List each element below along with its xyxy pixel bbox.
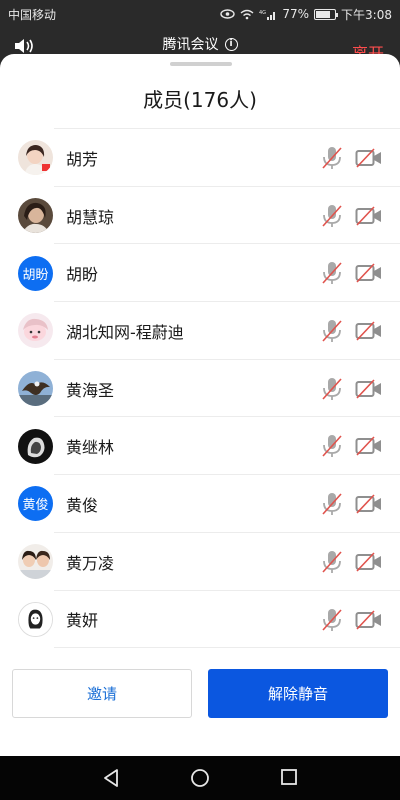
camera-off-icon[interactable] (355, 263, 383, 283)
member-row[interactable]: 黄海圣 (0, 360, 400, 418)
camera-off-icon[interactable] (355, 494, 383, 514)
avatar: 黄俊 (18, 486, 53, 522)
battery-icon (314, 8, 339, 20)
drag-handle[interactable] (170, 62, 232, 66)
system-nav-bar (0, 756, 400, 800)
carrier-label: 中国移动 (8, 7, 57, 22)
member-name: 黄万凌 (66, 553, 115, 573)
member-row[interactable]: 黄妍 (0, 591, 400, 649)
member-name: 黄继林 (66, 438, 115, 458)
avatar (18, 313, 53, 349)
camera-off-icon[interactable] (355, 206, 383, 226)
battery-percent: 77% (282, 7, 310, 21)
svg-text:4G: 4G (259, 10, 266, 16)
unmute-all-button[interactable]: 解除静音 (208, 669, 388, 718)
back-icon[interactable] (102, 768, 120, 788)
member-row[interactable]: 湖北知网-程蔚迪 (0, 302, 400, 360)
status-icons: 4G 77% 下午3:08 (220, 6, 392, 23)
member-row[interactable]: 胡芳 (0, 129, 400, 187)
member-name: 胡芳 (66, 149, 99, 169)
camera-off-icon[interactable] (355, 552, 383, 572)
mic-muted-icon[interactable] (321, 377, 343, 401)
avatar (18, 371, 53, 407)
status-bar: 中国移动 4G 77% 下午3:08 (0, 0, 400, 28)
member-row[interactable]: 黄继林 (0, 417, 400, 475)
member-name: 黄妍 (66, 611, 99, 631)
member-name: 胡盼 (66, 265, 99, 285)
camera-off-icon[interactable] (355, 321, 383, 341)
clock: 下午3:08 (341, 7, 392, 22)
member-row[interactable]: 黄万凌 (0, 533, 400, 591)
member-name: 黄俊 (66, 495, 99, 515)
camera-off-icon[interactable] (355, 609, 383, 630)
member-name: 湖北知网-程蔚迪 (66, 322, 184, 342)
mic-muted-icon[interactable] (321, 204, 343, 228)
avatar: 胡盼 (18, 255, 53, 291)
mic-muted-icon[interactable] (321, 550, 343, 574)
member-row[interactable]: 胡盼 胡盼 (0, 244, 400, 302)
panel-title: 成员(176人) (143, 88, 257, 112)
member-list: 胡芳 胡慧琼 胡盼 胡盼 湖北知网-程蔚迪 黄海圣 黄继林 黄俊 黄俊 黄万凌 … (0, 129, 400, 648)
mic-muted-icon[interactable] (321, 608, 343, 632)
members-sheet: 成员(176人) 胡芳 胡慧琼 胡盼 胡盼 湖北知网-程蔚迪 黄海圣 黄继林 黄… (0, 54, 400, 756)
app-title: 腾讯会议 (162, 37, 219, 53)
mic-muted-icon[interactable] (321, 492, 343, 516)
avatar (18, 544, 53, 580)
avatar (18, 601, 53, 637)
eye-icon (220, 9, 236, 19)
recents-icon[interactable] (280, 768, 298, 786)
member-name: 黄海圣 (66, 380, 115, 400)
avatar (18, 140, 53, 176)
member-row[interactable]: 胡慧琼 (0, 187, 400, 245)
meeting-title: 腾讯会议 i (0, 34, 400, 54)
member-name: 胡慧琼 (66, 207, 115, 227)
mic-muted-icon[interactable] (321, 146, 343, 170)
wifi-icon (240, 9, 254, 19)
4g-signal-icon: 4G (259, 10, 276, 20)
info-icon[interactable]: i (224, 37, 238, 51)
avatar (18, 428, 53, 464)
mic-muted-icon[interactable] (321, 261, 343, 285)
mic-muted-icon[interactable] (321, 319, 343, 343)
avatar (18, 198, 53, 234)
camera-off-icon[interactable] (355, 379, 383, 399)
camera-off-icon[interactable] (355, 436, 383, 456)
home-icon[interactable] (190, 768, 210, 788)
mic-muted-icon[interactable] (321, 434, 343, 458)
invite-button[interactable]: 邀请 (12, 669, 192, 718)
member-row[interactable]: 黄俊 黄俊 (0, 475, 400, 533)
camera-off-icon[interactable] (355, 148, 383, 168)
